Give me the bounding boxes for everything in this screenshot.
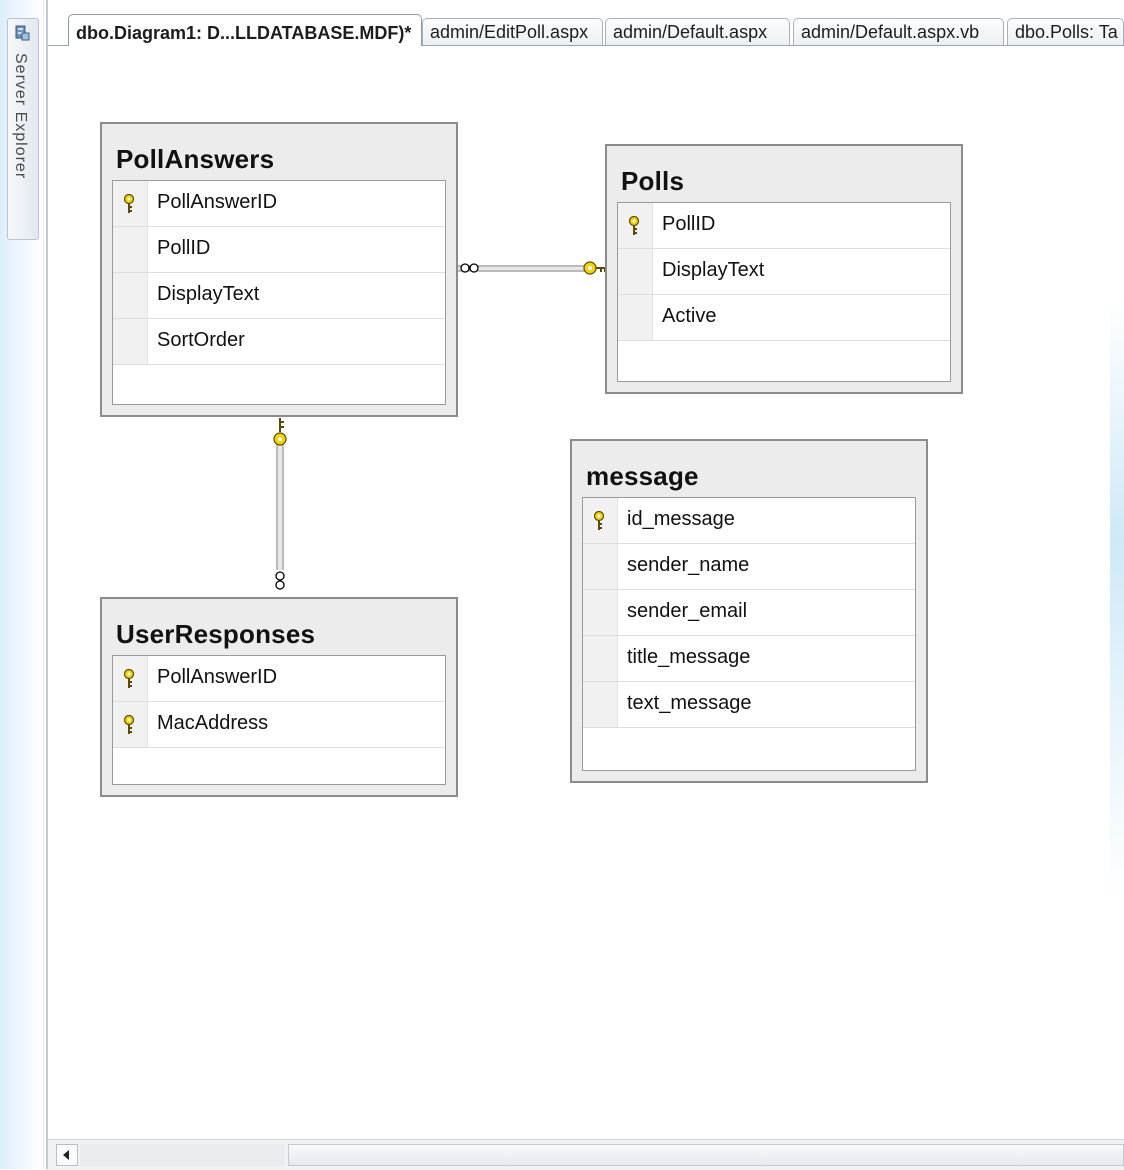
row-selector [618,249,653,294]
column-row[interactable]: SortOrder [113,319,445,365]
column-name: PollAnswerID [157,666,278,688]
primary-key-icon [123,194,135,213]
row-selector [113,273,148,318]
relationship-pollanswers-polls[interactable] [458,261,606,275]
table-pollanswers[interactable]: PollAnswers PollAnswerID PollID DisplayT… [100,122,458,417]
row-selector [583,590,618,635]
column-name: DisplayText [662,259,765,281]
many-end-icon [275,571,285,590]
row-selector [583,636,618,681]
column-row[interactable]: text_message [583,682,915,728]
row-selector [113,319,148,364]
column-name: sender_name [627,554,750,576]
row-selector [113,227,148,272]
primary-key-icon [123,715,135,734]
column-row[interactable]: PollAnswerID [113,181,445,227]
tab-diagram1[interactable]: dbo.Diagram1: D...LLDATABASE.MDF)* [68,14,422,46]
column-row[interactable]: PollAnswerID [113,656,445,702]
column-row[interactable]: id_message [583,498,915,544]
column-name: DisplayText [157,283,260,305]
column-grid: PollID DisplayText Active [617,202,951,382]
table-title: PollAnswers [116,144,275,174]
table-title: message [586,461,699,491]
tab-label: dbo.Diagram1: D...LLDATABASE.MDF)* [76,23,412,43]
column-row[interactable]: sender_name [583,544,915,590]
column-row[interactable]: Active [618,295,950,341]
empty-row[interactable] [113,365,445,403]
column-grid: PollAnswerID PollID DisplayText SortOrde… [112,180,446,405]
column-row[interactable]: PollID [113,227,445,273]
primary-key-icon [593,511,605,530]
primary-key-icon [123,669,135,688]
column-name: PollAnswerID [157,191,278,213]
column-row[interactable]: DisplayText [113,273,445,319]
column-name: PollID [157,237,211,259]
column-row[interactable]: sender_email [583,590,915,636]
table-polls[interactable]: Polls PollID DisplayText Active [605,144,963,394]
column-grid: PollAnswerID MacAddress [112,655,446,785]
scroll-thumb[interactable] [288,1144,1124,1166]
column-grid: id_message sender_name sender_email titl… [582,497,916,771]
table-title: Polls [621,166,685,196]
column-name: SortOrder [157,329,245,351]
table-message[interactable]: message id_message sender_name sender_em… [570,439,928,783]
column-name: MacAddress [157,712,269,734]
column-row[interactable]: DisplayText [618,249,950,295]
column-name: sender_email [627,600,748,622]
key-end-icon [583,261,606,275]
row-selector [583,682,618,727]
scroll-left-button[interactable] [56,1144,78,1166]
scroll-track[interactable] [80,1144,285,1166]
arrow-left-icon [63,1150,69,1160]
empty-row[interactable] [583,728,915,766]
column-row[interactable]: title_message [583,636,915,682]
column-name: title_message [627,646,751,668]
relationship-userresponses-pollanswers[interactable] [273,418,287,590]
row-selector [583,544,618,589]
row-selector [618,295,653,340]
primary-key-icon [628,216,640,235]
column-row[interactable]: PollID [618,203,950,249]
horizontal-scrollbar[interactable] [48,1139,1124,1170]
column-name: id_message [627,508,735,530]
table-userresponses[interactable]: UserResponses PollAnswerID MacAddress [100,597,458,797]
column-name: PollID [662,213,716,235]
column-name: Active [662,305,717,327]
column-row[interactable]: MacAddress [113,702,445,748]
table-title: UserResponses [116,619,316,649]
empty-row[interactable] [113,748,445,786]
column-name: text_message [627,692,752,714]
key-end-icon [273,418,287,446]
empty-row[interactable] [618,341,950,379]
